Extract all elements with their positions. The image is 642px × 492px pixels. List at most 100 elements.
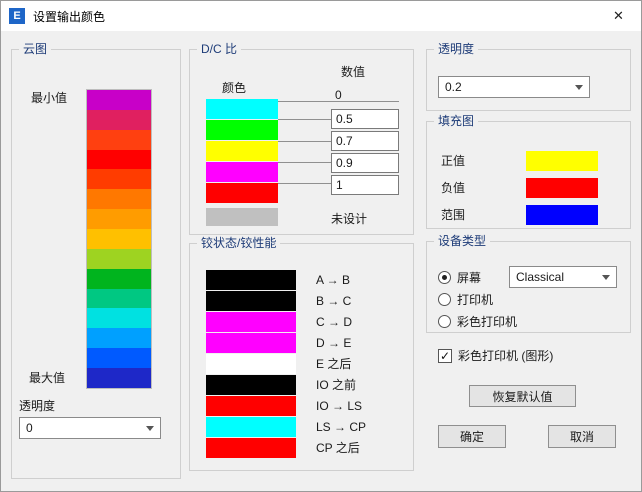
hinge-row: CP 之后: [206, 437, 366, 458]
dc-value-input[interactable]: 1: [331, 175, 399, 195]
dc-color-swatch[interactable]: [206, 141, 278, 161]
dc-color-swatch[interactable]: [206, 120, 278, 140]
hinge-row: C → D: [206, 311, 366, 332]
ok-button[interactable]: 确定: [438, 425, 506, 448]
hinge-range-label: CP 之后: [316, 441, 360, 455]
contour-color-segment: [87, 189, 151, 210]
set-output-colors-dialog: E 设置输出颜色 ✕ 云图 D/C 比 铰状态/铰性能 透明度 填充图 设备类型…: [0, 0, 642, 492]
contour-max-label: 最大值: [29, 371, 66, 385]
device-option[interactable]: 打印机: [438, 288, 517, 310]
fill-row-label: 范围: [441, 208, 466, 222]
screen-style-value: Classical: [516, 270, 565, 284]
hinge-range-label: LS → CP: [316, 419, 367, 434]
connector-line: [278, 183, 331, 184]
contour-group-title: 云图: [19, 42, 52, 56]
close-icon[interactable]: ✕: [596, 1, 641, 31]
contour-color-segment: [87, 209, 151, 230]
opacity-group-title: 透明度: [434, 42, 479, 56]
window-title: 设置输出颜色: [33, 9, 106, 24]
opacity-value: 0.2: [445, 80, 462, 94]
connector-line: [278, 141, 331, 142]
fill-row: 正值: [441, 147, 598, 174]
contour-color-segment: [87, 169, 151, 190]
contour-color-segment: [87, 328, 151, 349]
dc-undesigned-label: 未设计: [331, 212, 368, 226]
hinge-row: D → E: [206, 332, 366, 353]
dc-color-swatch[interactable]: [206, 162, 278, 182]
hinge-range-label: IO 之前: [316, 378, 357, 392]
dc-value-input[interactable]: 0.5: [331, 109, 399, 129]
chevron-down-icon: [602, 274, 610, 280]
hinge-row: IO 之前: [206, 374, 366, 395]
device-group-title: 设备类型: [434, 234, 491, 248]
connector-line: [278, 101, 399, 102]
dc-color-swatch[interactable]: [206, 99, 278, 119]
dc-value-input[interactable]: 0.9: [331, 153, 399, 173]
dc-color-swatch[interactable]: [206, 183, 278, 203]
opacity-select[interactable]: 0.2: [438, 76, 590, 98]
contour-color-segment: [87, 268, 151, 289]
chevron-down-icon: [575, 84, 583, 90]
dc-value-list: 0 0.5 0.7 0.9 1: [331, 86, 399, 197]
radio-icon: [438, 270, 451, 284]
device-option-label: 屏幕: [457, 270, 482, 285]
color-printer-graphics-checkbox[interactable]: ✓ 彩色打印机 (图形): [438, 347, 553, 364]
dc-ratio-group-title: D/C 比: [197, 42, 242, 56]
fill-rows: 正值 负值 范围: [441, 147, 598, 228]
radio-icon: [438, 314, 451, 328]
checkbox-icon: ✓: [438, 348, 452, 363]
screen-style-select[interactable]: Classical: [509, 266, 617, 288]
contour-color-segment: [87, 348, 151, 369]
hinge-color-swatch[interactable]: [206, 332, 296, 353]
restore-defaults-button[interactable]: 恢复默认值: [469, 385, 576, 407]
contour-color-segment: [87, 229, 151, 249]
fill-color-swatch[interactable]: [526, 150, 598, 171]
fill-row: 负值: [441, 174, 598, 201]
hinge-color-swatch[interactable]: [206, 416, 296, 437]
contour-opacity-select[interactable]: 0: [19, 417, 161, 439]
checkbox-label: 彩色打印机 (图形): [458, 349, 554, 363]
device-option[interactable]: 彩色打印机: [438, 310, 517, 332]
fill-color-swatch[interactable]: [526, 177, 598, 198]
contour-color-segment: [87, 109, 151, 130]
hinge-color-swatch[interactable]: [206, 353, 296, 374]
contour-color-segment: [87, 129, 151, 150]
hinge-color-swatch[interactable]: [206, 395, 296, 416]
contour-color-segment: [87, 368, 151, 388]
hinge-color-swatch[interactable]: [206, 437, 296, 458]
fill-color-swatch[interactable]: [526, 204, 598, 225]
contour-opacity-value: 0: [26, 421, 33, 435]
dc-value-input[interactable]: 0: [331, 86, 399, 107]
fill-row-label: 正值: [441, 154, 466, 168]
radio-icon: [438, 292, 451, 306]
hinge-range-label: C → D: [316, 314, 352, 329]
hinge-range-label: A → B: [316, 272, 351, 287]
hinge-group-title: 铰状态/铰性能: [197, 236, 281, 250]
hinge-range-label: E 之后: [316, 357, 352, 371]
dc-undesigned-swatch[interactable]: [206, 208, 278, 226]
hinge-color-swatch[interactable]: [206, 290, 296, 311]
hinge-row: IO → LS: [206, 395, 366, 416]
hinge-row: LS → CP: [206, 416, 366, 437]
hinge-row: E 之后: [206, 353, 366, 374]
contour-color-segment: [87, 90, 151, 110]
chevron-down-icon: [146, 425, 154, 431]
connector-line: [278, 119, 331, 120]
hinge-row: A → B: [206, 269, 366, 290]
device-option-label: 彩色打印机: [457, 314, 518, 329]
hinge-color-swatch[interactable]: [206, 311, 296, 332]
hinge-range-label: IO → LS: [316, 398, 363, 413]
dc-value-input[interactable]: 0.7: [331, 131, 399, 151]
hinge-row: B → C: [206, 290, 366, 311]
dc-color-header: 颜色: [222, 81, 247, 95]
hinge-color-swatch[interactable]: [206, 374, 296, 395]
cancel-button[interactable]: 取消: [548, 425, 616, 448]
device-option[interactable]: 屏幕: [438, 266, 517, 288]
fill-row-label: 负值: [441, 181, 466, 195]
device-option-label: 打印机: [457, 292, 494, 307]
fill-row: 范围: [441, 201, 598, 228]
hinge-color-swatch[interactable]: [206, 269, 296, 290]
connector-line: [278, 162, 331, 163]
titlebar: E 设置输出颜色 ✕: [1, 1, 641, 31]
app-icon: E: [9, 8, 25, 24]
